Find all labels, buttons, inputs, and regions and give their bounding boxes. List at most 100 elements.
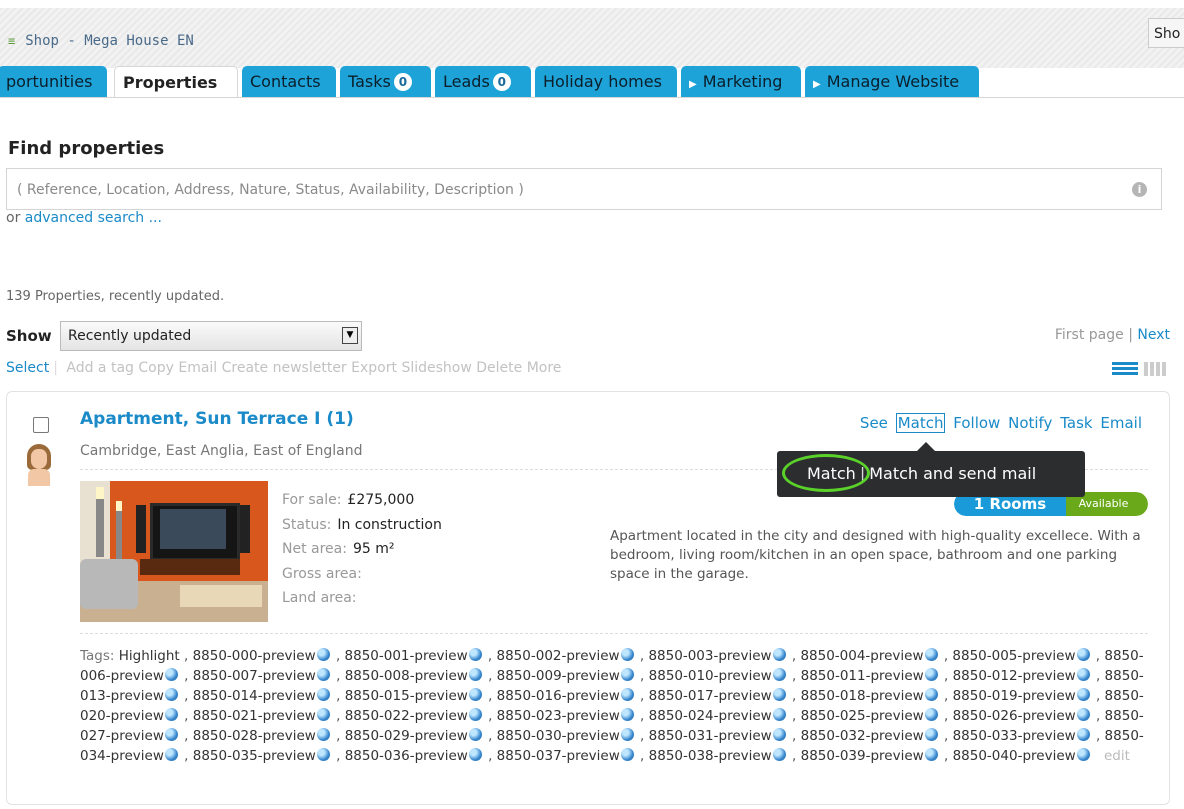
- tag-separator: ,: [331, 688, 345, 704]
- pager: First page | Next: [1055, 327, 1170, 343]
- tab-properties[interactable]: Properties: [114, 66, 238, 98]
- tab-arrow-icon: ▶: [689, 79, 697, 90]
- tag-item[interactable]: 8850-021-preview: [193, 708, 316, 724]
- task-link[interactable]: Task: [1060, 414, 1092, 432]
- app-logo-icon: ≡: [8, 34, 16, 48]
- more-action[interactable]: More: [527, 360, 562, 376]
- tag-separator: [1092, 748, 1096, 764]
- tab-holiday-homes[interactable]: Holiday homes: [535, 66, 677, 97]
- tag-item[interactable]: 8850-023-preview: [497, 708, 620, 724]
- tag-item[interactable]: 8850-016-preview: [497, 688, 620, 704]
- tag-item[interactable]: 8850-032-preview: [801, 728, 924, 744]
- tag-item[interactable]: 8850-019-preview: [953, 688, 1076, 704]
- tag-separator: ,: [1091, 668, 1105, 684]
- tag-item[interactable]: 8850-026-preview: [953, 708, 1076, 724]
- tag-separator: ,: [1091, 648, 1105, 664]
- add-tag-action[interactable]: Add a tag: [66, 360, 134, 376]
- tag-item[interactable]: 8850-022-preview: [345, 708, 468, 724]
- match-popup: Match | Match and send mail: [777, 442, 1085, 497]
- follow-link[interactable]: Follow: [953, 414, 1000, 432]
- export-action[interactable]: Export: [351, 360, 397, 376]
- sort-select[interactable]: Recently updated ▼: [60, 321, 362, 351]
- tab-contacts[interactable]: Contacts: [242, 66, 336, 97]
- tag-item[interactable]: 8850-018-preview: [801, 688, 924, 704]
- tag-item[interactable]: 8850-004-preview: [800, 648, 923, 664]
- tab-tasks[interactable]: Tasks 0: [340, 66, 431, 97]
- tab-divider: [0, 97, 1184, 98]
- tab-marketing[interactable]: ▶ Marketing: [681, 66, 801, 97]
- globe-icon: [468, 748, 482, 761]
- globe-icon: [772, 668, 786, 681]
- tag-item[interactable]: 8850-037-preview: [497, 748, 620, 764]
- tags-edit-link[interactable]: edit: [1104, 748, 1130, 764]
- tag-item[interactable]: 8850-008-preview: [345, 668, 468, 684]
- tag-separator: ,: [179, 728, 193, 744]
- notify-link[interactable]: Notify: [1008, 414, 1052, 432]
- tag-item[interactable]: 8850-012-preview: [953, 668, 1076, 684]
- tag-item[interactable]: 8850-033-preview: [953, 728, 1076, 744]
- property-title[interactable]: Apartment, Sun Terrace I (1): [80, 409, 354, 429]
- tag-item[interactable]: 8850-001-preview: [345, 648, 468, 664]
- tag-item[interactable]: 8850-031-preview: [649, 728, 772, 744]
- tag-item[interactable]: 8850-030-preview: [497, 728, 620, 744]
- tag-item[interactable]: 8850-003-preview: [648, 648, 771, 664]
- tag-item[interactable]: 8850-040-preview: [953, 748, 1076, 764]
- tag-separator: ,: [787, 668, 801, 684]
- first-page-label: First page: [1054, 327, 1124, 343]
- tag-item[interactable]: 8850-024-preview: [649, 708, 772, 724]
- tag-item[interactable]: 8850-038-preview: [649, 748, 772, 764]
- tab-leads[interactable]: Leads 0: [435, 66, 531, 97]
- tag-item[interactable]: 8850-007-preview: [193, 668, 316, 684]
- copy-action[interactable]: Copy: [138, 360, 174, 376]
- tag-item[interactable]: 8850-035-preview: [193, 748, 316, 764]
- tab-label: Manage Website: [826, 72, 960, 91]
- tag-separator: ,: [179, 748, 193, 764]
- next-page-link[interactable]: Next: [1137, 327, 1170, 343]
- grid-view-icon[interactable]: [1144, 362, 1168, 376]
- tag-item[interactable]: 8850-011-preview: [801, 668, 924, 684]
- property-photo[interactable]: [80, 481, 268, 622]
- tag-item[interactable]: 8850-028-preview: [193, 728, 316, 744]
- search-input[interactable]: [15, 170, 1119, 210]
- tag-item[interactable]: 8850-005-preview: [952, 648, 1075, 664]
- email-action[interactable]: Email: [178, 360, 217, 376]
- popup-match-send-mail-option[interactable]: Match and send mail: [869, 464, 1036, 483]
- tag-item[interactable]: 8850-014-preview: [193, 688, 316, 704]
- tag-item[interactable]: 8850-002-preview: [497, 648, 620, 664]
- photo-sofa: [80, 559, 138, 609]
- create-newsletter-action[interactable]: Create newsletter: [222, 360, 347, 376]
- tag-item[interactable]: 8850-010-preview: [649, 668, 772, 684]
- advanced-search-link[interactable]: advanced search ...: [25, 210, 162, 226]
- email-link[interactable]: Email: [1100, 414, 1142, 432]
- shop-button[interactable]: Sho: [1148, 18, 1184, 48]
- globe-icon: [316, 728, 330, 741]
- tab-manage-website[interactable]: ▶ Manage Website: [805, 66, 979, 97]
- select-action[interactable]: Select: [6, 360, 49, 376]
- match-link[interactable]: Match: [895, 413, 946, 433]
- globe-icon: [164, 728, 178, 741]
- tag-item[interactable]: 8850-036-preview: [345, 748, 468, 764]
- tab-opportunities[interactable]: portunities: [0, 66, 107, 97]
- list-view-icon[interactable]: [1112, 362, 1138, 376]
- tag-separator: ,: [939, 688, 953, 704]
- tag-item[interactable]: 8850-009-preview: [497, 668, 620, 684]
- property-checkbox[interactable]: [33, 417, 49, 433]
- tag-item[interactable]: 8850-017-preview: [649, 688, 772, 704]
- tag-item[interactable]: Highlight: [119, 648, 180, 664]
- tag-separator: ,: [939, 648, 953, 664]
- tag-item[interactable]: 8850-015-preview: [345, 688, 468, 704]
- tag-item[interactable]: 8850-039-preview: [801, 748, 924, 764]
- delete-action[interactable]: Delete: [476, 360, 522, 376]
- tag-item[interactable]: 8850-000-preview: [193, 648, 316, 664]
- tag-item[interactable]: 8850-029-preview: [345, 728, 468, 744]
- globe-icon: [164, 708, 178, 721]
- info-icon[interactable]: i: [1132, 182, 1147, 197]
- globe-icon: [620, 748, 634, 761]
- fact-value: In construction: [337, 516, 442, 533]
- photo-tv-screen: [160, 509, 226, 549]
- see-link[interactable]: See: [860, 414, 888, 432]
- tag-item[interactable]: 8850-025-preview: [801, 708, 924, 724]
- globe-icon: [468, 708, 482, 721]
- fact-label: Status:: [282, 516, 332, 533]
- slideshow-action[interactable]: Slideshow: [401, 360, 471, 376]
